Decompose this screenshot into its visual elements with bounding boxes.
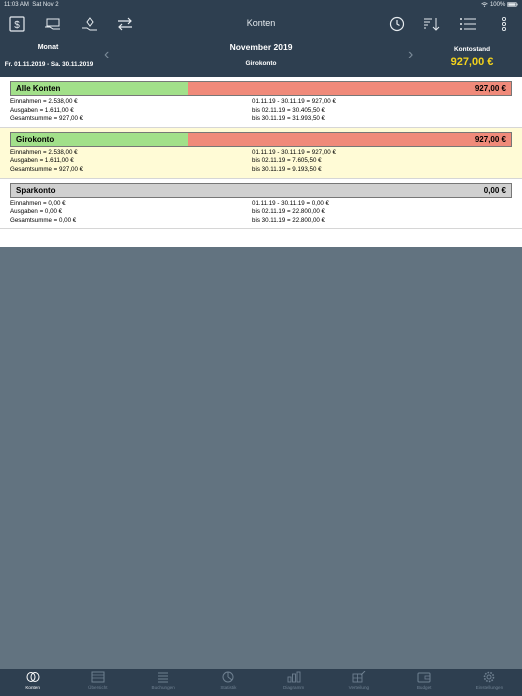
status-bar: 11:03 AM Sat Nov 2 100% bbox=[0, 0, 522, 10]
balance-column: 01.11.19 - 30.11.19 = 927,00 € bis 02.11… bbox=[252, 149, 494, 175]
balance-to-date-line: bis 02.11.19 = 30.405,50 € bbox=[252, 106, 325, 114]
account-name: Sparkonto bbox=[16, 185, 56, 195]
tab-konten[interactable]: Konten bbox=[0, 669, 65, 696]
account-section-all[interactable]: Alle Konten 927,00 € Einnahmen = 2.538,0… bbox=[0, 77, 522, 128]
nav-bar: $ Konten bbox=[0, 10, 522, 38]
sum-line: Gesamtsumme = 927,00 € bbox=[10, 165, 84, 173]
balance-to-date-line: bis 02.11.19 = 7.605,50 € bbox=[252, 157, 322, 165]
distribution-icon bbox=[352, 671, 366, 683]
expense-line: Ausgaben = 1.611,00 € bbox=[10, 106, 74, 114]
tab-budget[interactable]: Budget bbox=[392, 669, 457, 696]
tab-buchungen[interactable]: Buchungen bbox=[131, 669, 196, 696]
balance-column: 01.11.19 - 30.11.19 = 927,00 € bis 02.11… bbox=[252, 98, 494, 124]
chevron-right-icon[interactable]: › bbox=[408, 46, 413, 64]
tab-label: Buchungen bbox=[151, 685, 175, 690]
tab-label: Einstellungen bbox=[475, 685, 504, 690]
account-header: Sparkonto 0,00 € bbox=[10, 182, 512, 198]
tab-verteilung[interactable]: Verteilung bbox=[326, 669, 391, 696]
pie-icon bbox=[222, 671, 234, 683]
wifi-icon bbox=[481, 2, 489, 7]
summary-column: Einnahmen = 2.538,00 € Ausgaben = 1.611,… bbox=[10, 149, 252, 175]
tab-statistik[interactable]: Statistik bbox=[196, 669, 261, 696]
tab-einstellungen[interactable]: Einstellungen bbox=[457, 669, 522, 696]
tab-label: Konten bbox=[25, 685, 40, 690]
wallet-icon bbox=[417, 672, 431, 683]
account-header: Girokonto 927,00 € bbox=[10, 131, 512, 147]
sort-icon[interactable] bbox=[421, 14, 443, 34]
sum-line: Gesamtsumme = 927,00 € bbox=[10, 115, 84, 123]
expense-line: Ausgaben = 1.611,00 € bbox=[10, 157, 74, 165]
income-line: Einnahmen = 0,00 € bbox=[10, 199, 66, 207]
expense-bar bbox=[187, 82, 511, 95]
account-header: Alle Konten 927,00 € bbox=[10, 81, 512, 96]
tab-uebersicht[interactable]: Übersicht bbox=[65, 669, 130, 696]
period-line: 01.11.19 - 30.11.19 = 927,00 € bbox=[252, 98, 336, 105]
account-section-sparkonto[interactable]: Sparkonto 0,00 € Einnahmen = 0,00 € Ausg… bbox=[0, 179, 522, 230]
balance-end-line: bis 30.11.19 = 9.193,50 € bbox=[252, 165, 322, 173]
page-title: Konten bbox=[246, 18, 276, 28]
period-line: 01.11.19 - 30.11.19 = 0,00 € bbox=[252, 199, 330, 207]
status-battery: 100% bbox=[481, 2, 518, 8]
tab-label: Übersicht bbox=[88, 685, 108, 690]
list-icon bbox=[158, 672, 169, 683]
balance-column: 01.11.19 - 30.11.19 = 0,00 € bis 02.11.1… bbox=[252, 200, 494, 226]
coins-icon bbox=[26, 672, 40, 682]
balance-end-line: bis 30.11.19 = 22.800,00 € bbox=[252, 216, 325, 224]
neutral-bar bbox=[11, 183, 511, 197]
account-total: 927,00 € bbox=[474, 134, 506, 144]
list-menu-icon[interactable] bbox=[457, 14, 479, 34]
account-section-girokonto[interactable]: Girokonto 927,00 € Einnahmen = 2.538,00 … bbox=[0, 127, 522, 179]
more-icon[interactable] bbox=[493, 14, 515, 34]
sum-line: Gesamtsumme = 0,00 € bbox=[10, 216, 77, 224]
status-time: 11:03 AM Sat Nov 2 bbox=[4, 2, 59, 8]
summary-column: Einnahmen = 0,00 € Ausgaben = 0,00 € Ges… bbox=[10, 200, 252, 226]
tab-label: Budget bbox=[416, 685, 432, 690]
tab-label: Statistik bbox=[220, 685, 237, 690]
tab-label: Diagramm bbox=[283, 685, 305, 690]
income-line: Einnahmen = 2.538,00 € bbox=[10, 98, 78, 105]
accounts-list: Alle Konten 927,00 € Einnahmen = 2.538,0… bbox=[0, 77, 522, 247]
balance-end-line: bis 30.11.19 = 31.993,50 € bbox=[252, 115, 325, 123]
balance-value: 927,00 € bbox=[450, 56, 494, 68]
income-line: Einnahmen = 2.538,00 € bbox=[10, 148, 78, 156]
account-name: Alle Konten bbox=[16, 84, 61, 93]
account-total: 0,00 € bbox=[483, 185, 506, 195]
balance-to-date-line: bis 02.11.19 = 22.800,00 € bbox=[252, 208, 325, 216]
period-header: Monat Fr. 01.11.2019 - Sa. 30.11.2019 ‹ … bbox=[0, 38, 522, 77]
tab-bar: Konten Übersicht Buchungen Statistik Dia… bbox=[0, 669, 522, 696]
gear-icon bbox=[484, 671, 495, 683]
expense-line: Ausgaben = 0,00 € bbox=[10, 208, 63, 216]
tab-label: Verteilung bbox=[348, 685, 370, 690]
expense-bar bbox=[187, 132, 511, 146]
tab-diagramm[interactable]: Diagramm bbox=[261, 669, 326, 696]
bar-chart-icon bbox=[287, 671, 301, 683]
account-name: Girokonto bbox=[16, 134, 55, 144]
balance-label: Kontostand bbox=[453, 46, 491, 53]
account-total: 927,00 € bbox=[474, 84, 506, 93]
clock-icon[interactable] bbox=[386, 14, 408, 34]
summary-column: Einnahmen = 2.538,00 € Ausgaben = 1.611,… bbox=[10, 98, 252, 124]
overview-icon bbox=[91, 671, 105, 683]
period-line: 01.11.19 - 30.11.19 = 927,00 € bbox=[252, 148, 336, 156]
battery-icon bbox=[507, 2, 518, 7]
